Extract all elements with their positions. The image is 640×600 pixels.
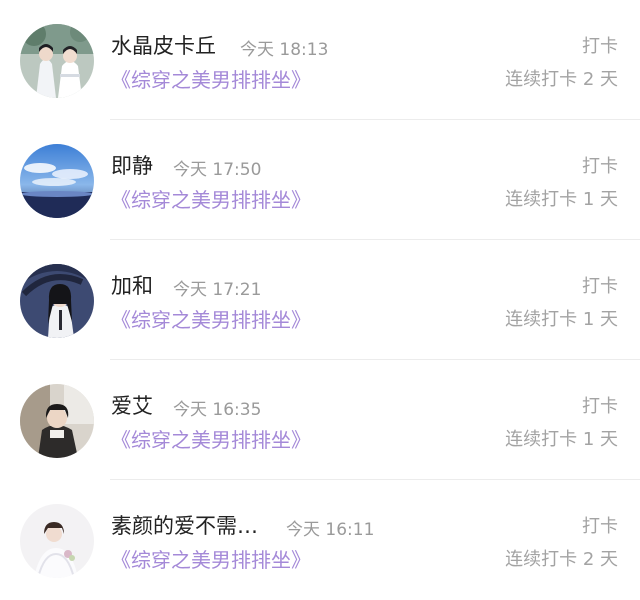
boy-portrait-avatar-icon[interactable] <box>20 384 94 458</box>
bride-avatar-icon[interactable] <box>20 504 94 578</box>
checkin-label: 打卡 <box>582 396 618 417</box>
user-name[interactable]: 加和 <box>111 270 153 300</box>
book-title-link[interactable]: 《综穿之美男排排坐》 <box>111 424 311 453</box>
checkin-label: 打卡 <box>582 516 618 537</box>
list-item[interactable]: 即静 今天 17:50 《综穿之美男排排坐》 打卡 连续打卡 1 天 <box>0 120 640 240</box>
checkin-time: 今天 18:13 <box>240 40 329 60</box>
streak-count: 连续打卡 1 天 <box>505 309 618 330</box>
list-item[interactable]: 爱艾 今天 16:35 《综穿之美男排排坐》 打卡 连续打卡 1 天 <box>0 360 640 480</box>
book-title-link[interactable]: 《综穿之美男排排坐》 <box>111 184 311 213</box>
streak-count: 连续打卡 1 天 <box>505 189 618 210</box>
checkin-time: 今天 17:21 <box>173 280 262 300</box>
streak-count: 连续打卡 1 天 <box>505 429 618 450</box>
list-item[interactable]: 素颜的爱不需… 今天 16:11 《综穿之美男排排坐》 打卡 连续打卡 2 天 <box>0 480 640 600</box>
checkin-time: 今天 16:11 <box>286 520 375 540</box>
sky-clouds-avatar-icon[interactable] <box>20 144 94 218</box>
girl-umbrella-avatar-icon[interactable] <box>20 264 94 338</box>
checkin-time: 今天 17:50 <box>173 160 262 180</box>
book-title-link[interactable]: 《综穿之美男排排坐》 <box>111 544 311 573</box>
checkin-label: 打卡 <box>582 276 618 297</box>
user-name[interactable]: 爱艾 <box>111 390 153 420</box>
book-title-link[interactable]: 《综穿之美男排排坐》 <box>111 304 311 333</box>
checkin-list: 水晶皮卡丘 今天 18:13 《综穿之美男排排坐》 打卡 连续打卡 2 天 即静… <box>0 0 640 600</box>
user-name[interactable]: 素颜的爱不需… <box>111 510 258 540</box>
checkin-label: 打卡 <box>582 36 618 57</box>
book-title-link[interactable]: 《综穿之美男排排坐》 <box>111 64 311 93</box>
list-item[interactable]: 加和 今天 17:21 《综穿之美男排排坐》 打卡 连续打卡 1 天 <box>0 240 640 360</box>
streak-count: 连续打卡 2 天 <box>505 549 618 570</box>
streak-count: 连续打卡 2 天 <box>505 69 618 90</box>
checkin-time: 今天 16:35 <box>173 400 262 420</box>
user-name[interactable]: 水晶皮卡丘 <box>111 30 216 60</box>
two-figures-avatar-icon[interactable] <box>20 24 94 98</box>
user-name[interactable]: 即静 <box>111 150 153 180</box>
checkin-label: 打卡 <box>582 156 618 177</box>
list-item[interactable]: 水晶皮卡丘 今天 18:13 《综穿之美男排排坐》 打卡 连续打卡 2 天 <box>0 0 640 120</box>
